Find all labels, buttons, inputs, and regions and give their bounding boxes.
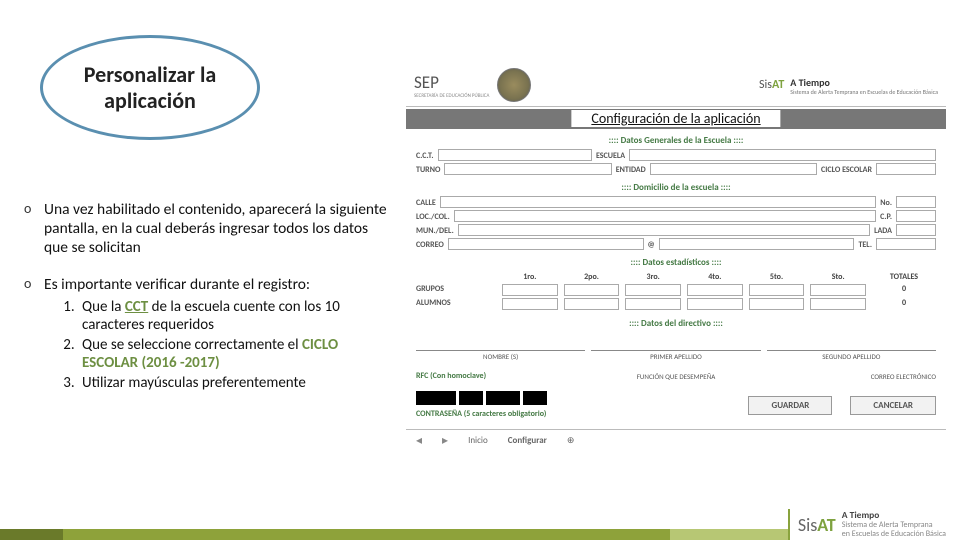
- ciclo-field[interactable]: [876, 163, 936, 175]
- alumnos-3[interactable]: [625, 298, 681, 310]
- stats-table: 1ro. 2po. 3ro. 4to. 5to. Sto. TOTALES GR…: [406, 270, 946, 312]
- gov-seal-icon: [497, 68, 531, 102]
- sheet-prev-icon[interactable]: ◂: [416, 433, 422, 448]
- bullet-2: Es importante verificar durante el regis…: [22, 275, 392, 392]
- instruction-panel: Una vez habilitado el contenido, aparece…: [22, 200, 392, 410]
- panel-title-bar: Configuración de la aplicación: [406, 109, 946, 129]
- correo-field[interactable]: [448, 238, 644, 250]
- numero-field[interactable]: [896, 196, 936, 208]
- footer-accent-bar: [0, 529, 788, 540]
- cancelar-button[interactable]: CANCELAR: [850, 396, 936, 415]
- section-directivo: :::: Datos del directivo ::::: [406, 318, 946, 329]
- section-datos-generales: :::: Datos Generales de la Escuela ::::: [406, 135, 946, 146]
- grupos-4[interactable]: [687, 284, 743, 296]
- sep-logo: SEP SECRETARÍA DE EDUCACIÓN PÚBLICA: [414, 68, 531, 102]
- correo-dom-field[interactable]: [659, 238, 855, 250]
- rfc-input-group[interactable]: [416, 391, 547, 405]
- app-header: SEP SECRETARÍA DE EDUCACIÓN PÚBLICA SisA…: [406, 64, 946, 107]
- alumnos-6[interactable]: [810, 298, 866, 310]
- alumnos-5[interactable]: [749, 298, 805, 310]
- panel-title: Configuración de la aplicación: [571, 110, 780, 127]
- tab-configurar[interactable]: Configurar: [508, 435, 547, 446]
- section-estadisticos: :::: Datos estadísticos ::::: [406, 257, 946, 268]
- sheet-next-icon[interactable]: ▸: [442, 433, 448, 448]
- tel-field[interactable]: [876, 238, 936, 250]
- grupos-5[interactable]: [749, 284, 805, 296]
- grupos-3[interactable]: [625, 284, 681, 296]
- grupos-2[interactable]: [564, 284, 620, 296]
- alumnos-1[interactable]: [502, 298, 558, 310]
- entidad-field[interactable]: [650, 163, 817, 175]
- title-text: Personalizar la aplicación: [43, 62, 257, 113]
- cct-field[interactable]: [438, 149, 592, 161]
- guardar-button[interactable]: GUARDAR: [748, 396, 832, 415]
- nombre-field[interactable]: [416, 337, 585, 351]
- sub-2: Que se seleccione correctamente el CICLO…: [78, 336, 392, 372]
- tab-inicio[interactable]: Inicio: [468, 435, 488, 446]
- bullet-1: Una vez habilitado el contenido, aparece…: [22, 200, 392, 257]
- lada-field[interactable]: [896, 224, 936, 236]
- grupos-1[interactable]: [502, 284, 558, 296]
- cp-field[interactable]: [896, 210, 936, 222]
- title-bubble: Personalizar la aplicación: [40, 35, 260, 140]
- grupos-6[interactable]: [810, 284, 866, 296]
- sub-1: Que la CCT de la escuela cuente con los …: [78, 298, 392, 334]
- calle-field[interactable]: [440, 196, 877, 208]
- sub-3: Utilizar mayúsculas preferentemente: [78, 374, 392, 392]
- segundo-apellido-field[interactable]: [767, 337, 936, 351]
- footer-logo: SisAT A Tiempo Sistema de Alerta Tempran…: [788, 509, 960, 540]
- escuela-field[interactable]: [629, 149, 936, 161]
- alumnos-2[interactable]: [564, 298, 620, 310]
- primer-apellido-field[interactable]: [591, 337, 760, 351]
- sisat-logo: SisAT A Tiempo Sistema de Alerta Tempran…: [759, 76, 938, 95]
- section-domicilio: :::: Domicilio de la escuela ::::: [406, 182, 946, 193]
- turno-field[interactable]: [444, 163, 611, 175]
- alumnos-4[interactable]: [687, 298, 743, 310]
- mun-field[interactable]: [458, 224, 870, 236]
- page-footer: SisAT A Tiempo Sistema de Alerta Tempran…: [0, 509, 960, 540]
- embedded-app-screenshot: SEP SECRETARÍA DE EDUCACIÓN PÚBLICA SisA…: [406, 64, 946, 494]
- sheet-tabs: ◂ ▸ Inicio Configurar ⊕: [406, 429, 946, 451]
- add-sheet-icon[interactable]: ⊕: [567, 435, 575, 446]
- loc-field[interactable]: [454, 210, 876, 222]
